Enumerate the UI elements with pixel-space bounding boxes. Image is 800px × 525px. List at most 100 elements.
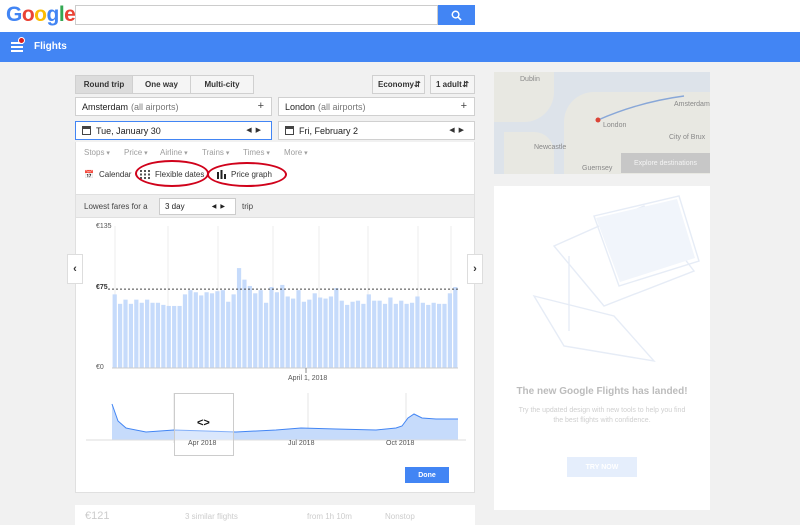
price-bar[interactable] xyxy=(220,290,225,368)
price-bar[interactable] xyxy=(231,294,236,368)
price-bar[interactable] xyxy=(145,299,150,368)
price-bar[interactable] xyxy=(204,292,209,368)
price-bar[interactable] xyxy=(150,302,155,368)
price-bar[interactable] xyxy=(188,290,193,368)
passenger-select[interactable]: 1 adult ⇵ xyxy=(430,75,475,94)
laptop-illustration xyxy=(532,195,700,363)
overview-month-label: Apr 2018 xyxy=(188,440,217,447)
add-origin-icon[interactable]: + xyxy=(258,100,264,112)
next-arrow-button[interactable]: › xyxy=(467,254,483,284)
done-button[interactable]: Done xyxy=(405,467,449,483)
price-bar[interactable] xyxy=(296,290,301,368)
stepper-icon[interactable]: ◀▶ xyxy=(212,203,229,210)
date-stepper-icon[interactable]: ◀▶ xyxy=(246,126,265,134)
price-bar[interactable] xyxy=(453,287,458,368)
price-bar[interactable] xyxy=(182,294,188,368)
add-destination-icon[interactable]: + xyxy=(461,100,467,112)
price-bar[interactable] xyxy=(155,302,161,368)
price-bar[interactable] xyxy=(415,296,420,368)
price-bar[interactable] xyxy=(318,297,323,368)
price-overview-chart[interactable] xyxy=(76,388,476,463)
price-bar[interactable] xyxy=(274,292,279,368)
price-bar[interactable] xyxy=(209,293,215,368)
price-bar[interactable] xyxy=(128,303,134,368)
price-bar[interactable] xyxy=(312,293,317,368)
filter-trains[interactable]: Trains xyxy=(202,148,229,157)
price-bar[interactable] xyxy=(399,300,404,368)
price-bar[interactable] xyxy=(285,296,290,368)
price-bar[interactable] xyxy=(118,303,123,368)
price-bar[interactable] xyxy=(382,303,388,368)
price-bar[interactable] xyxy=(393,303,398,368)
filter-price[interactable]: Price xyxy=(124,148,148,157)
price-bar[interactable] xyxy=(301,301,307,368)
price-bar[interactable] xyxy=(199,295,204,368)
filter-more[interactable]: More xyxy=(284,148,308,157)
price-bar[interactable] xyxy=(366,294,371,368)
price-bar[interactable] xyxy=(134,299,139,368)
price-bar[interactable] xyxy=(172,305,177,368)
price-bar[interactable] xyxy=(355,300,361,368)
price-bar[interactable] xyxy=(263,302,269,368)
origin-field[interactable]: Amsterdam (all airports) + xyxy=(75,97,272,116)
price-bar[interactable] xyxy=(420,302,425,368)
price-bar[interactable] xyxy=(280,284,285,368)
explore-destinations-button[interactable]: Explore destinations xyxy=(621,153,710,173)
price-bar[interactable] xyxy=(328,296,334,368)
trip-length-select[interactable]: 3 day ◀▶ xyxy=(159,198,236,215)
date-stepper-icon[interactable]: ◀▶ xyxy=(449,126,468,134)
price-bar[interactable] xyxy=(247,285,252,368)
filter-times[interactable]: Times xyxy=(243,148,270,157)
price-bar[interactable] xyxy=(307,299,312,368)
tab-one-way[interactable]: One way xyxy=(132,75,191,94)
price-bar[interactable] xyxy=(139,302,144,368)
price-bar[interactable] xyxy=(372,300,377,368)
depart-date-field[interactable]: Tue, January 30 ◀▶ xyxy=(75,121,272,140)
drag-handle-icon[interactable]: <> xyxy=(197,417,210,429)
prev-arrow-button[interactable]: ‹ xyxy=(67,254,83,284)
price-bar[interactable] xyxy=(323,298,328,368)
destination-field[interactable]: London (all airports) + xyxy=(278,97,475,116)
price-bar[interactable] xyxy=(431,302,436,368)
price-bar[interactable] xyxy=(442,303,447,368)
tab-round-trip[interactable]: Round trip xyxy=(75,75,133,94)
search-input[interactable] xyxy=(75,5,438,25)
search-button[interactable] xyxy=(438,5,475,25)
view-calendar[interactable]: 📅 Calendar xyxy=(84,170,131,179)
filter-stops[interactable]: Stops xyxy=(84,148,110,157)
price-bar[interactable] xyxy=(409,302,415,368)
price-bar[interactable] xyxy=(161,304,166,368)
result-row[interactable]: €121 3 similar flights from 1h 10m Nonst… xyxy=(75,505,475,525)
price-bars[interactable] xyxy=(76,218,476,383)
price-bar[interactable] xyxy=(291,298,296,368)
price-bar[interactable] xyxy=(361,303,366,368)
filter-airline[interactable]: Airline xyxy=(160,148,188,157)
google-logo[interactable]: Google xyxy=(6,3,76,27)
return-date-field[interactable]: Fri, February 2 ◀▶ xyxy=(278,121,475,140)
price-bar[interactable] xyxy=(236,268,242,368)
try-now-button[interactable]: TRY NOW xyxy=(567,457,637,477)
price-bar[interactable] xyxy=(215,291,220,368)
price-bar[interactable] xyxy=(334,288,339,368)
price-bar[interactable] xyxy=(112,294,117,368)
price-bar[interactable] xyxy=(269,287,274,368)
price-bar[interactable] xyxy=(388,297,393,368)
price-bar[interactable] xyxy=(253,293,258,368)
cabin-select[interactable]: Economy ⇵ xyxy=(372,75,425,94)
price-bar[interactable] xyxy=(447,293,452,368)
price-bar[interactable] xyxy=(193,292,198,368)
price-bar[interactable] xyxy=(426,304,431,368)
price-bar[interactable] xyxy=(436,303,442,368)
price-bar[interactable] xyxy=(377,300,382,368)
price-bar[interactable] xyxy=(177,305,182,368)
price-bar[interactable] xyxy=(345,304,350,368)
price-bar[interactable] xyxy=(339,300,344,368)
price-bar[interactable] xyxy=(404,303,409,368)
price-bar[interactable] xyxy=(350,301,355,368)
price-bar[interactable] xyxy=(123,299,128,368)
tab-multi-city[interactable]: Multi-city xyxy=(190,75,254,94)
price-bar[interactable] xyxy=(258,290,263,368)
price-bar[interactable] xyxy=(166,305,171,368)
price-bar[interactable] xyxy=(226,301,231,368)
price-bar[interactable] xyxy=(242,279,247,368)
